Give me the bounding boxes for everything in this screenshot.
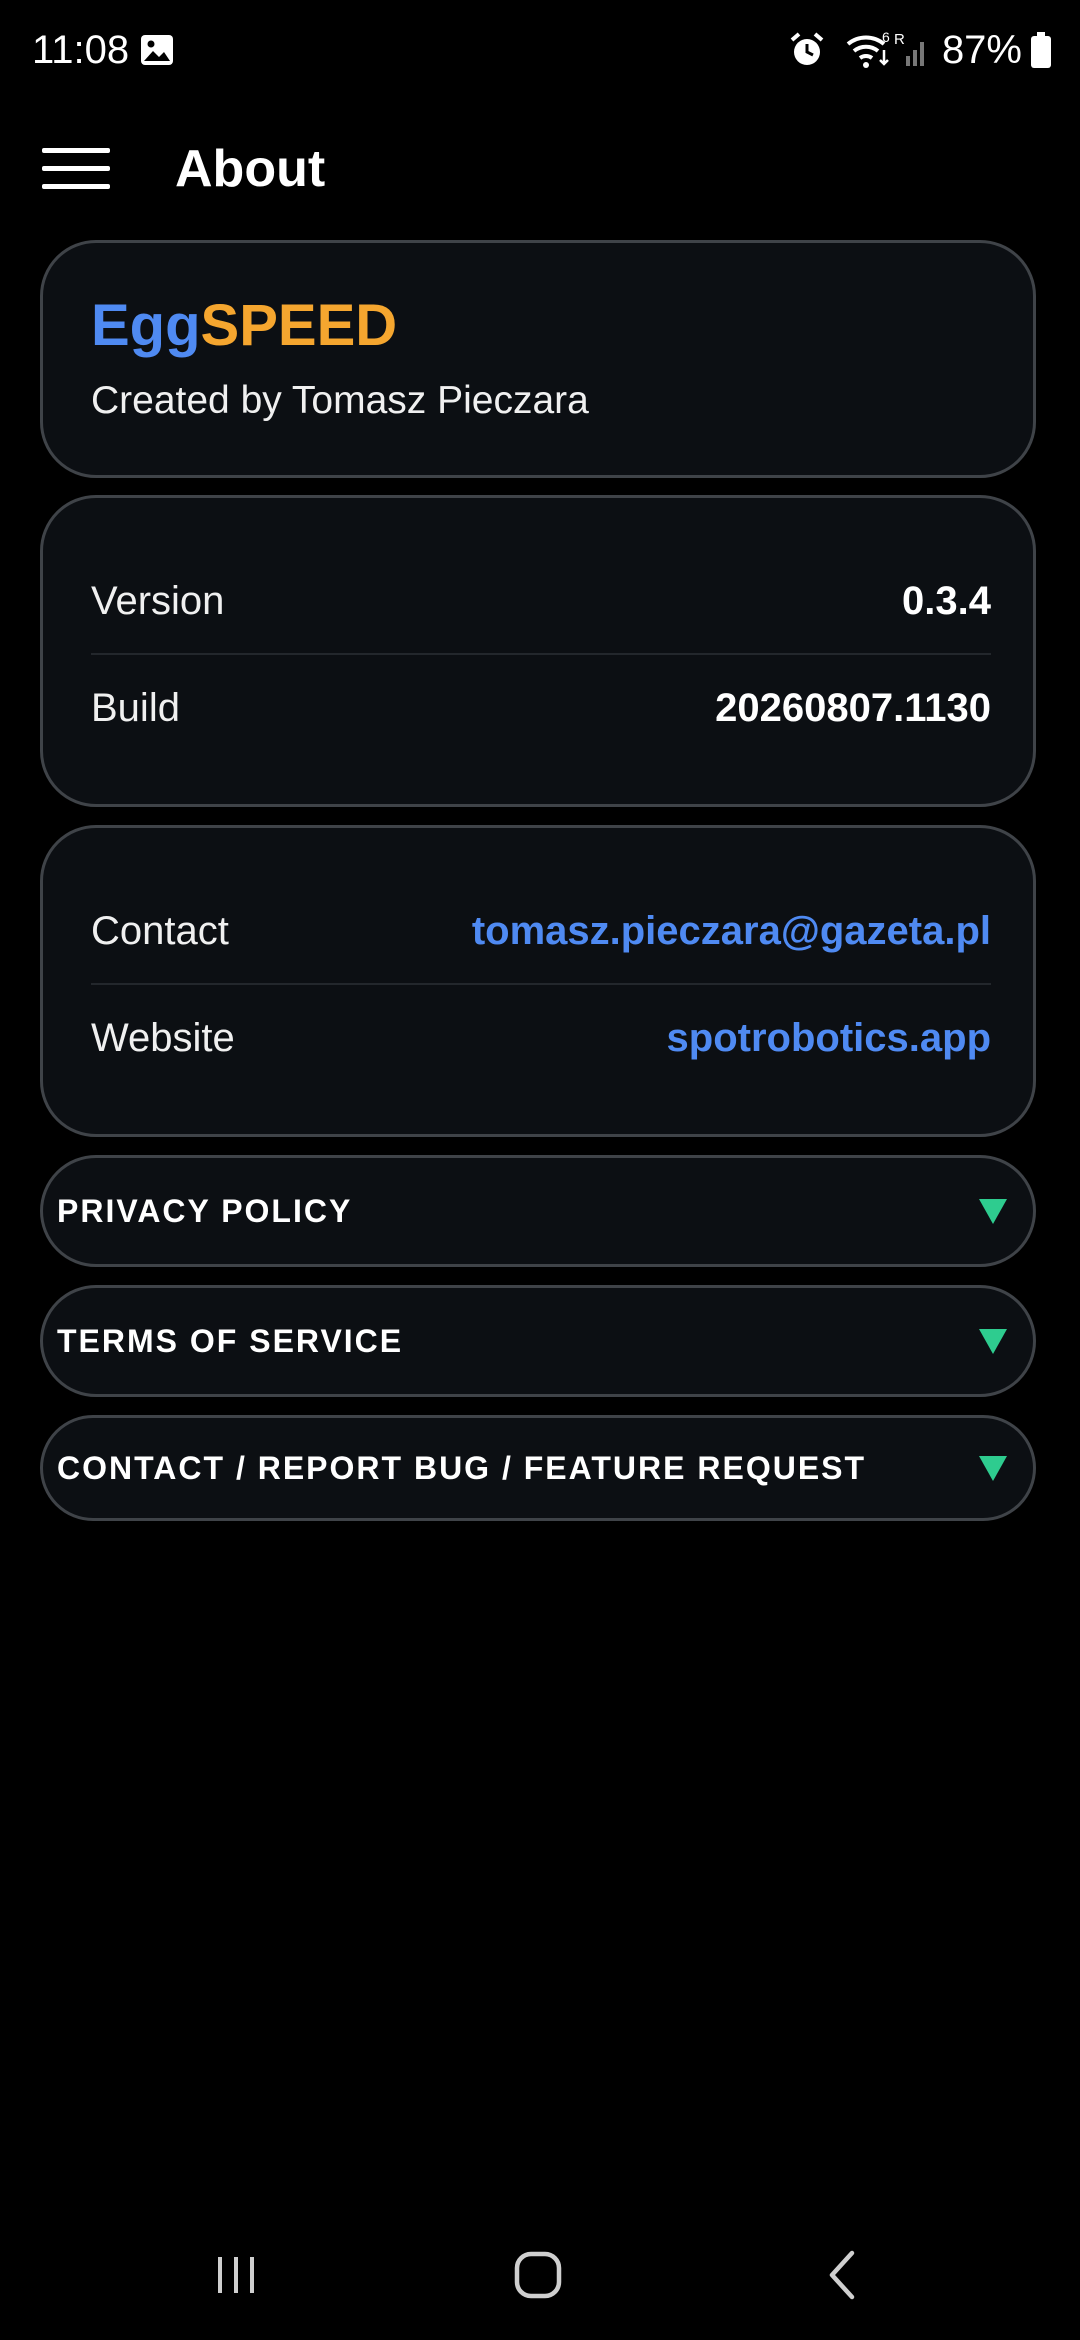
home-icon (514, 2251, 562, 2299)
gallery-notification-icon (141, 35, 173, 65)
app-bar: About (0, 110, 1080, 220)
triangle-down-icon (979, 1199, 1007, 1224)
nav-back-button[interactable] (782, 2240, 902, 2310)
wifi-badge: 6 (882, 30, 890, 45)
build-label: Build (91, 685, 180, 730)
battery-icon (1031, 32, 1051, 68)
contact-report-expander[interactable]: CONTACT / REPORT BUG / FEATURE REQUEST (40, 1415, 1036, 1521)
contact-row: Contact tomasz.pieczara@gazeta.pl (91, 896, 991, 966)
website-label: Website (91, 1015, 235, 1060)
system-nav-bar (0, 2220, 1080, 2340)
app-name: EggSPEED (91, 291, 397, 361)
version-card: Version 0.3.4 Build 20260807.1130 (40, 495, 1036, 807)
contact-card: Contact tomasz.pieczara@gazeta.pl Websit… (40, 825, 1036, 1137)
status-time: 11:08 (32, 28, 130, 72)
expander-label: TERMS OF SERVICE (57, 1322, 404, 1359)
nav-home-button[interactable] (478, 2240, 598, 2310)
app-info-card: EggSPEED Created by Tomasz Pieczara (40, 240, 1036, 478)
menu-button[interactable] (40, 134, 150, 204)
divider (91, 653, 991, 655)
status-bar: 11:08 6 R 87% (0, 0, 1080, 100)
terms-of-service-expander[interactable]: TERMS OF SERVICE (40, 1285, 1036, 1397)
alarm-icon (790, 32, 824, 65)
version-value: 0.3.4 (902, 578, 991, 623)
status-indicators: 6 R 87% (788, 22, 1052, 78)
battery-percent: 87% (941, 28, 1022, 72)
network-badge: R (894, 31, 905, 48)
divider (91, 983, 991, 985)
privacy-policy-expander[interactable]: PRIVACY POLICY (40, 1155, 1036, 1267)
triangle-down-icon (979, 1329, 1007, 1354)
website-row: Website spotrobotics.app (91, 1003, 991, 1073)
contact-email-link[interactable]: tomasz.pieczara@gazeta.pl (472, 909, 991, 954)
recents-icon (218, 2257, 254, 2293)
app-name-part-1: Egg (91, 293, 201, 358)
expander-label: CONTACT / REPORT BUG / FEATURE REQUEST (57, 1449, 867, 1486)
build-row: Build 20260807.1130 (91, 673, 991, 743)
wifi-icon: 6 (846, 30, 890, 68)
back-icon (829, 2250, 855, 2300)
contact-label: Contact (91, 908, 229, 953)
page-title: About (175, 140, 326, 198)
hamburger-menu-icon (42, 148, 110, 189)
triangle-down-icon (979, 1456, 1007, 1481)
expander-label: PRIVACY POLICY (57, 1192, 353, 1229)
signal-icon: R (894, 31, 924, 66)
website-link[interactable]: spotrobotics.app (667, 1016, 991, 1061)
build-value: 20260807.1130 (715, 685, 991, 730)
version-label: Version (91, 578, 225, 623)
app-creator: Created by Tomasz Pieczara (91, 379, 589, 422)
app-name-part-2: SPEED (200, 293, 398, 358)
nav-recents-button[interactable] (176, 2240, 296, 2310)
version-row: Version 0.3.4 (91, 566, 991, 636)
